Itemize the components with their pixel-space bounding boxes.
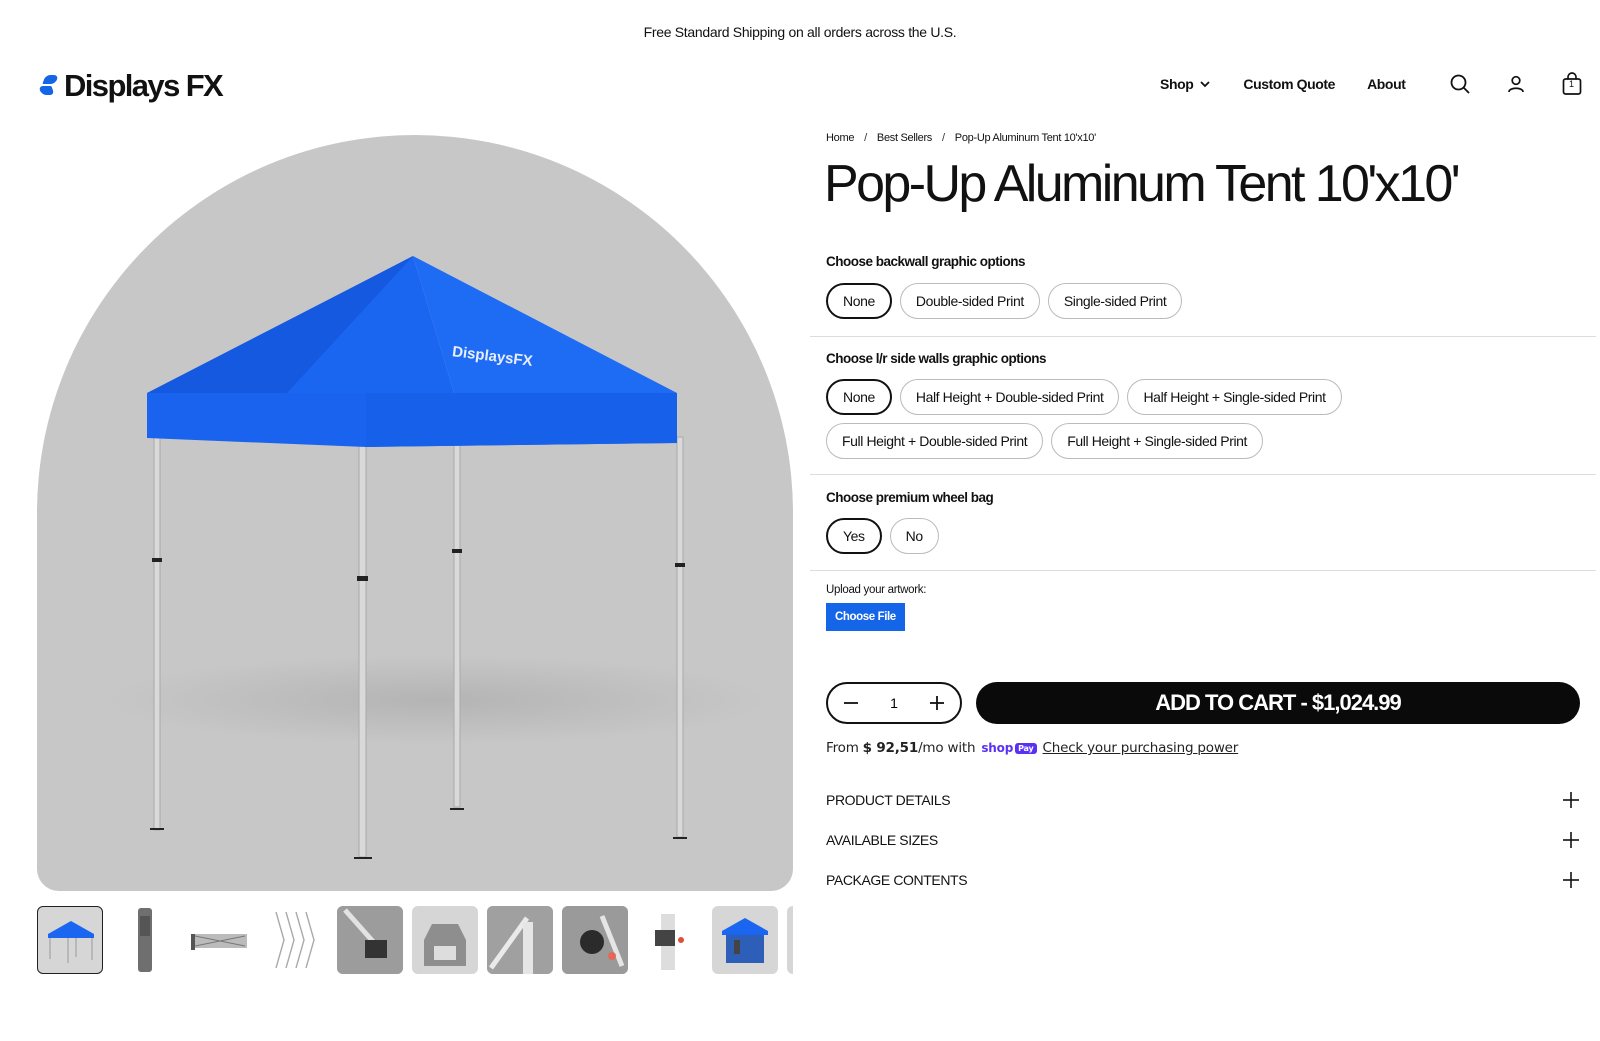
- backwall-option-single-sided[interactable]: Single-sided Print: [1047, 283, 1183, 319]
- quantity-input[interactable]: [874, 695, 914, 711]
- chevron-down-icon: [1200, 81, 1211, 88]
- tent-legs: [153, 436, 684, 858]
- thumbnail-5[interactable]: [337, 906, 403, 974]
- installments-suffix: /mo with: [918, 740, 976, 756]
- nav-shop-label: Shop: [1160, 76, 1194, 92]
- thumbnail-strip: [37, 906, 793, 974]
- thumbnail-11[interactable]: [787, 906, 793, 974]
- breadcrumb-home[interactable]: Home: [826, 132, 854, 144]
- product-main-image[interactable]: DisplaysFX: [37, 135, 793, 891]
- thumbnail-6[interactable]: [412, 906, 478, 974]
- sidewalls-option-full-single[interactable]: Full Height + Single-sided Print: [1051, 423, 1264, 459]
- divider: [810, 336, 1596, 337]
- brand-name: Displays FX: [64, 68, 224, 103]
- thumbnail-1[interactable]: [37, 906, 103, 974]
- installments-amount: $ 92,51: [862, 740, 919, 756]
- nav-shop[interactable]: Shop: [1160, 76, 1211, 92]
- shop-pay-pay: Pay: [1015, 742, 1037, 754]
- accordion-label: PACKAGE CONTENTS: [826, 872, 968, 888]
- backwall-label: Choose backwall graphic options: [826, 254, 1026, 269]
- breadcrumb-current: Pop-Up Aluminum Tent 10'x10': [954, 132, 1096, 144]
- plus-icon: [1563, 832, 1579, 848]
- wheelbag-option-yes[interactable]: Yes: [826, 518, 882, 554]
- cart-icon[interactable]: 1: [1560, 72, 1584, 96]
- backwall-option-none[interactable]: None: [826, 283, 892, 319]
- choose-file-button[interactable]: Choose File: [826, 603, 905, 631]
- plus-icon: [1563, 792, 1579, 808]
- plus-icon: [1563, 872, 1579, 888]
- check-purchasing-power-link[interactable]: Check your purchasing power: [1043, 740, 1239, 756]
- accordion-product-details[interactable]: PRODUCT DETAILS: [826, 786, 1580, 814]
- thumbnail-4[interactable]: [262, 906, 328, 974]
- brand-logo-icon: [38, 73, 60, 99]
- sidewalls-option-full-double[interactable]: Full Height + Double-sided Print: [826, 423, 1044, 459]
- sidewalls-option-none[interactable]: None: [826, 379, 892, 415]
- accordion-available-sizes[interactable]: AVAILABLE SIZES: [826, 826, 1580, 854]
- thumbnail-7[interactable]: [487, 906, 553, 974]
- thumbnail-9[interactable]: [637, 906, 703, 974]
- shop-pay-shop: shop: [981, 741, 1014, 755]
- tent-illustration: DisplaysFX: [107, 256, 767, 859]
- wheelbag-option-no[interactable]: No: [889, 518, 939, 554]
- main-nav: Shop Custom Quote About: [1160, 76, 1406, 92]
- nav-about[interactable]: About: [1367, 76, 1406, 92]
- backwall-option-double-sided[interactable]: Double-sided Print: [899, 283, 1040, 319]
- brand-logo[interactable]: Displays FX: [38, 68, 224, 104]
- shop-pay-logo: shop Pay: [981, 741, 1037, 755]
- thumbnail-2[interactable]: [112, 906, 178, 974]
- minus-icon[interactable]: [840, 692, 862, 714]
- site-header: Displays FX Shop Custom Quote About 1: [0, 64, 1600, 108]
- nav-custom-quote[interactable]: Custom Quote: [1243, 76, 1335, 92]
- accordion-package-contents[interactable]: PACKAGE CONTENTS: [826, 866, 1580, 894]
- wheelbag-label: Choose premium wheel bag: [826, 490, 994, 505]
- breadcrumb-separator: /: [942, 132, 945, 144]
- accordion-label: AVAILABLE SIZES: [826, 832, 938, 848]
- divider: [810, 570, 1596, 571]
- header-icons: 1: [1448, 72, 1584, 96]
- breadcrumb-separator: /: [864, 132, 867, 144]
- search-icon[interactable]: [1448, 72, 1472, 96]
- thumbnail-8[interactable]: [562, 906, 628, 974]
- plus-icon[interactable]: [926, 692, 948, 714]
- account-icon[interactable]: [1504, 72, 1528, 96]
- cart-count-badge: 1: [1569, 79, 1575, 89]
- accordion-label: PRODUCT DETAILS: [826, 792, 951, 808]
- backwall-options: None Double-sided Print Single-sided Pri…: [826, 283, 1566, 319]
- sidewalls-option-half-double[interactable]: Half Height + Double-sided Print: [899, 379, 1120, 415]
- breadcrumb-best-sellers[interactable]: Best Sellers: [877, 132, 932, 144]
- thumbnail-3[interactable]: [187, 906, 253, 974]
- divider: [810, 474, 1596, 475]
- announcement-bar: Free Standard Shipping on all orders acr…: [643, 24, 957, 40]
- thumbnail-10[interactable]: [712, 906, 778, 974]
- installments-prefix: From: [826, 740, 859, 756]
- wheelbag-options: Yes No: [826, 518, 1566, 554]
- sidewalls-option-half-single[interactable]: Half Height + Single-sided Print: [1127, 379, 1342, 415]
- installments-info: From $ 92,51 /mo with shop Pay Check you…: [826, 740, 1238, 756]
- product-title: Pop-Up Aluminum Tent 10'x10': [824, 155, 1461, 213]
- sidewalls-options: None Half Height + Double-sided Print Ha…: [826, 379, 1566, 459]
- quantity-stepper: [826, 682, 962, 724]
- breadcrumb: Home / Best Sellers / Pop-Up Aluminum Te…: [826, 132, 1096, 144]
- sidewalls-label: Choose l/r side walls graphic options: [826, 351, 1047, 366]
- add-to-cart-button[interactable]: ADD TO CART - $1,024.99: [976, 682, 1580, 724]
- upload-label: Upload your artwork:: [826, 584, 927, 596]
